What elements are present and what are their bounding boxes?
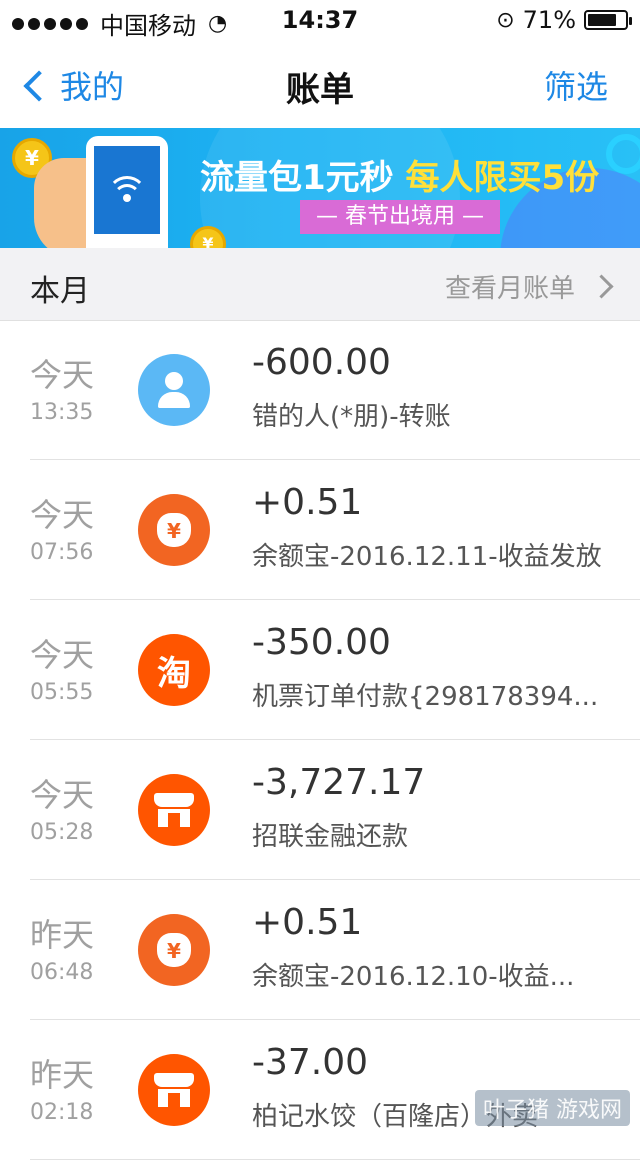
transaction-desc: 余额宝-2016.12.11-收益发放 (252, 542, 602, 572)
transaction-list: 今天 13:35 -600.00 错的人(*朋)-转账 今天 07:56 ¥ +… (0, 320, 640, 1160)
transaction-amount: -350.00 (252, 622, 391, 663)
transaction-day: 昨天 (30, 916, 95, 954)
ring-decoration (606, 134, 640, 174)
battery-percent: 71% (522, 6, 576, 34)
phone-illustration (86, 136, 168, 248)
transaction-amount: -3,727.17 (252, 762, 426, 803)
transaction-desc: 机票订单付款{298178394... (252, 682, 599, 712)
banner-text-a: 流量包1元秒 (200, 158, 394, 198)
money-bag-icon: ¥ (138, 914, 210, 986)
transaction-time: 07:56 (30, 540, 94, 565)
transaction-row[interactable]: 昨天 06:48 ¥ +0.51 余额宝-2016.12.10-收益... (0, 880, 640, 1020)
transaction-row[interactable]: 今天 13:35 -600.00 错的人(*朋)-转账 (0, 320, 640, 460)
month-link-label: 查看月账单 (444, 274, 575, 304)
transaction-day: 今天 (30, 496, 95, 534)
status-right: ⊙ 71% (496, 6, 632, 34)
banner-text-b: 每人限买5份 (405, 158, 600, 198)
store-icon (138, 1054, 210, 1126)
transaction-desc: 错的人(*朋)-转账 (252, 402, 451, 432)
month-title: 本月 (30, 274, 90, 309)
transaction-day: 今天 (30, 356, 95, 394)
transaction-amount: +0.51 (252, 482, 363, 523)
promo-banner[interactable]: ¥ ¥ 流量包1元秒 每人限买5份 — 春节出境用 — (0, 128, 640, 248)
person-icon (138, 354, 210, 426)
battery-icon (584, 10, 632, 30)
transaction-amount: -37.00 (252, 1042, 369, 1083)
taobao-icon: 淘 (138, 634, 210, 706)
transaction-row[interactable]: 今天 05:28 -3,727.17 招联金融还款 (0, 740, 640, 880)
status-bar: 中国移动 ◔ 14:37 ⊙ 71% (0, 0, 640, 40)
transaction-desc: 招联金融还款 (252, 822, 409, 852)
transaction-row[interactable]: 今天 07:56 ¥ +0.51 余额宝-2016.12.11-收益发放 (0, 460, 640, 600)
transaction-day: 今天 (30, 776, 95, 814)
nav-bar: 我的 账单 筛选 (0, 40, 640, 128)
transaction-time: 02:18 (30, 1100, 94, 1125)
transaction-row[interactable]: 今天 05:55 淘 -350.00 机票订单付款{298178394... (0, 600, 640, 740)
month-header: 本月 查看月账单 (0, 248, 640, 321)
view-monthly-bill-link[interactable]: 查看月账单 (444, 268, 614, 305)
transaction-time: 05:55 (30, 680, 94, 705)
store-icon (138, 774, 210, 846)
transaction-day: 昨天 (30, 1056, 95, 1094)
transaction-day: 今天 (30, 636, 95, 674)
watermark: 叶子猪 游戏网 (475, 1090, 630, 1126)
chevron-right-icon (589, 274, 614, 299)
transaction-time: 05:28 (30, 820, 94, 845)
filter-button[interactable]: 筛选 (544, 62, 608, 108)
wifi-icon (107, 176, 147, 204)
transaction-desc: 余额宝-2016.12.10-收益... (252, 962, 575, 992)
transaction-amount: +0.51 (252, 902, 363, 943)
banner-headline: 流量包1元秒 每人限买5份 (200, 150, 599, 199)
transaction-time: 13:35 (30, 400, 94, 425)
banner-tag: — 春节出境用 — (300, 200, 500, 234)
transaction-time: 06:48 (30, 960, 94, 985)
rotation-lock-icon: ⊙ (496, 7, 515, 33)
money-bag-icon: ¥ (138, 494, 210, 566)
transaction-amount: -600.00 (252, 342, 391, 383)
